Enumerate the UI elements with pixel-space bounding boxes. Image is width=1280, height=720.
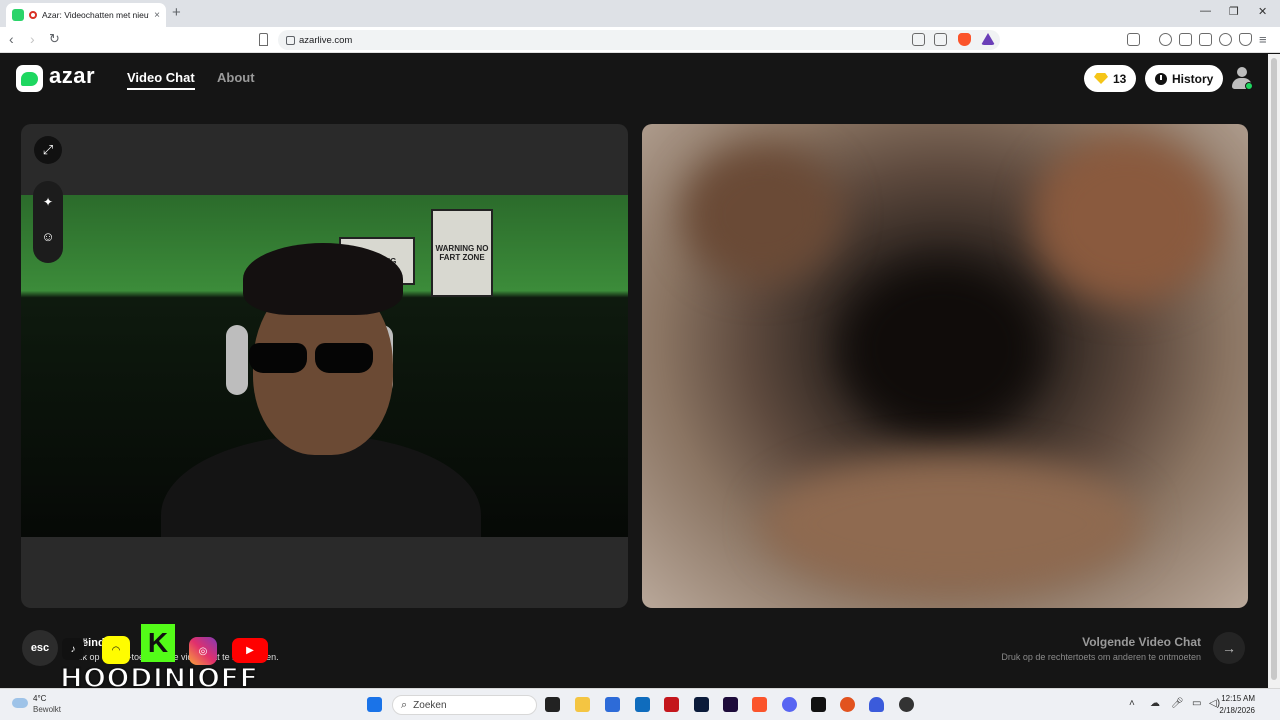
youtube-icon: ▶ [232,638,268,663]
magic-wand-icon[interactable]: ✦ [34,188,62,216]
file-explorer-icon[interactable] [575,697,590,712]
brave-browser-icon[interactable] [752,697,767,712]
history-button[interactable]: History [1145,65,1224,92]
game-launcher-icon[interactable] [840,697,855,712]
taskbar-time[interactable]: 12:15 AM [1221,694,1255,703]
search-icon: ⌕ [401,698,408,711]
tiktok-icon: ♪ [62,638,84,660]
network-icon[interactable]: ▭ [1192,698,1201,709]
capcut-icon[interactable] [811,697,826,712]
share-icon[interactable] [934,33,947,46]
weather-temperature[interactable]: 4°C [33,694,46,703]
leo-ai-icon[interactable] [1219,33,1232,46]
media-icon[interactable] [1159,33,1172,46]
cast-icon[interactable] [912,33,925,46]
discord-icon[interactable] [782,697,797,712]
outlook-icon[interactable] [635,697,650,712]
obs-icon[interactable] [899,697,914,712]
esc-key-badge[interactable]: esc [22,630,58,666]
azar-page: azar Video Chat About 13 History WARNING… [0,54,1268,688]
weather-cloud-icon [12,698,28,708]
next-chat-title: Volgende Video Chat [1082,635,1201,649]
nav-about[interactable]: About [217,70,255,85]
gem-icon [1094,73,1108,84]
browser-tab[interactable]: Azar: Videochatten met nieuw × [6,3,166,27]
sunglasses [249,343,373,373]
wallet-icon[interactable] [1199,33,1212,46]
store-icon[interactable] [605,697,620,712]
blur-region [842,264,1042,434]
premiere-icon[interactable] [723,697,738,712]
my-video-panel: WARNING WARNING NO FART ZONE [21,124,628,608]
expand-icon[interactable]: ⤢ [34,136,62,164]
partner-video-panel [642,124,1248,608]
azar-logo-text[interactable]: azar [49,63,95,89]
blur-region [762,454,1142,594]
tab-close-icon[interactable]: × [154,10,160,21]
close-window-button[interactable]: ✕ [1258,5,1267,18]
person-hair [243,243,403,315]
url-text: azarlive.com [299,34,353,46]
weather-description[interactable]: Bewolkt [33,705,61,714]
maximize-button[interactable]: ❐ [1229,5,1239,18]
site-info-icon[interactable] [286,35,295,45]
task-view-icon[interactable] [545,697,560,712]
browser-toolbar: ‹ › ↻ azarlive.com ≡ [0,27,1280,53]
microphone-icon[interactable]: 🎤︎ [1171,698,1184,709]
blur-region [1032,134,1222,304]
vpn-app-icon[interactable] [869,697,884,712]
snapchat-icon: ◠ [102,636,130,664]
instagram-icon: ◎ [189,637,217,665]
blur-region [682,144,842,284]
no-fart-zone-poster: WARNING NO FART ZONE [431,209,493,297]
my-camera-feed: WARNING WARNING NO FART ZONE [21,195,628,537]
bookmark-icon[interactable] [259,33,268,46]
next-chat-subtitle: Druk op de rechtertoets om anderen te on… [1001,652,1201,662]
profile-avatar[interactable] [1229,65,1255,91]
start-button-icon[interactable] [367,697,382,712]
azar-favicon-icon [12,9,24,21]
recording-icon [29,11,37,19]
volume-icon[interactable]: ◁) [1209,698,1220,709]
address-bar[interactable]: azarlive.com [278,30,1000,50]
sidebar-icon[interactable] [1179,33,1192,46]
cloud-sync-icon[interactable]: ☁ [1150,698,1160,709]
forward-button[interactable]: › [30,31,35,47]
next-chat-button[interactable]: → [1213,632,1245,664]
page-scrollbar[interactable] [1268,54,1280,688]
nav-video-chat[interactable]: Video Chat [127,70,195,90]
reload-button[interactable]: ↻ [49,31,60,47]
reader-mode-icon[interactable] [1127,33,1140,46]
brave-shield-icon[interactable] [958,33,971,46]
windows-taskbar: 4°C Bewolkt ⌕ Zoeken ˄ ☁ 🎤︎ ▭ ◁) 12:15 A… [0,688,1280,720]
kick-icon: K [141,624,175,662]
history-clock-icon [1155,72,1167,85]
tab-title: Azar: Videochatten met nieuw [42,10,150,20]
history-label: History [1172,71,1214,86]
face-icon[interactable]: ☺ [34,222,62,250]
photoshop-icon[interactable] [694,697,709,712]
taskbar-search[interactable]: ⌕ Zoeken [392,695,537,715]
new-tab-button[interactable]: + [172,4,181,21]
browser-tab-bar: Azar: Videochatten met nieuw × + — ❐ ✕ [0,0,1280,27]
tray-overflow-icon[interactable]: ˄ [1129,698,1135,709]
back-button[interactable]: ‹ [9,31,14,47]
vpn-icon[interactable] [1239,33,1252,46]
taskbar-date[interactable]: 2/18/2026 [1219,706,1255,715]
gems-count: 13 [1113,71,1127,86]
minimize-button[interactable]: — [1200,5,1211,17]
acrobat-icon[interactable] [664,697,679,712]
headphone-left [226,325,248,395]
search-placeholder: Zoeken [413,699,447,711]
azar-logo-icon[interactable] [16,65,43,92]
menu-icon[interactable]: ≡ [1259,32,1267,47]
online-status-dot [1245,82,1253,90]
gems-button[interactable]: 13 [1084,65,1137,92]
brave-rewards-icon[interactable] [981,33,995,45]
